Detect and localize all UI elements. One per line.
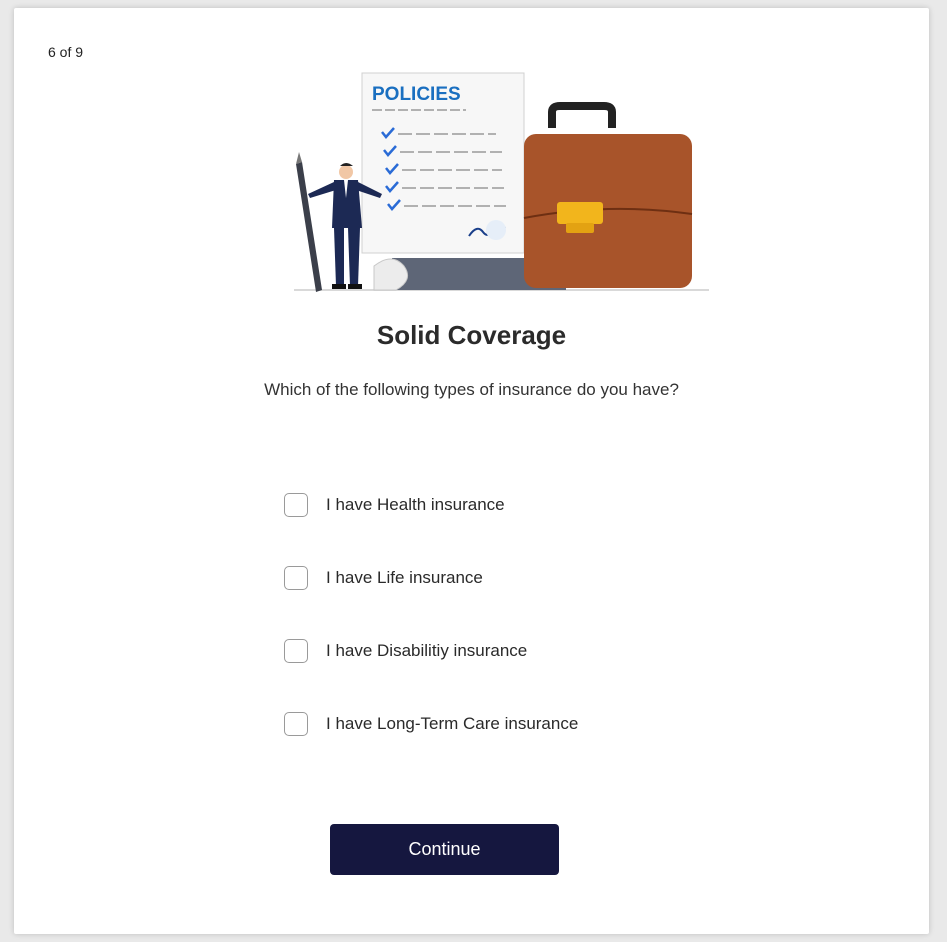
progress-indicator: 6 of 9: [48, 44, 84, 60]
survey-card: 6 of 9 POLICIES Solid Coverage Which of …: [14, 8, 929, 934]
option-label: I have Life insurance: [326, 568, 483, 587]
option-life-insurance[interactable]: I have Life insurance: [284, 561, 704, 595]
option-health-insurance[interactable]: I have Health insurance: [284, 488, 704, 522]
policies-illustration: POLICIES: [274, 68, 714, 303]
page-title: Solid Coverage: [376, 320, 567, 350]
checkbox[interactable]: [284, 566, 308, 590]
checkbox[interactable]: [284, 493, 308, 517]
option-disability-insurance[interactable]: I have Disabilitiy insurance: [284, 634, 704, 668]
option-label: I have Long-Term Care insurance: [326, 714, 579, 733]
option-long-term-care-insurance[interactable]: I have Long-Term Care insurance: [284, 707, 704, 741]
question-text: Which of the following types of insuranc…: [264, 380, 679, 399]
continue-button[interactable]: Continue: [330, 824, 559, 875]
checkbox[interactable]: [284, 639, 308, 663]
insurance-options-list: I have Health insurance I have Life insu…: [284, 488, 704, 780]
briefcase-icon: [523, 102, 693, 288]
document-title: POLICIES: [372, 84, 461, 105]
policy-document: POLICIES: [361, 72, 525, 254]
option-label: I have Health insurance: [326, 495, 505, 514]
pen-icon: [296, 152, 322, 292]
option-label: I have Disabilitiy insurance: [326, 641, 528, 660]
checkbox[interactable]: [284, 712, 308, 736]
briefcase-clasp: [557, 202, 603, 224]
policies-illustration-svg: POLICIES: [294, 72, 709, 292]
